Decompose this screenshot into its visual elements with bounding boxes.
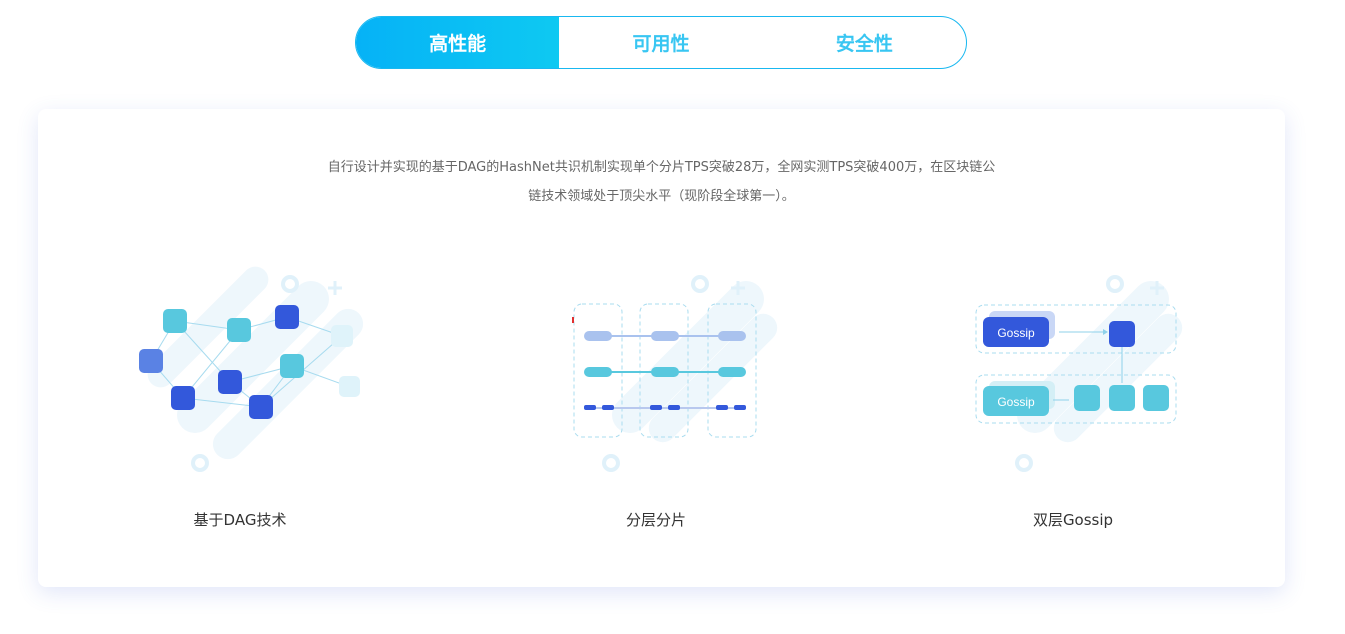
feature-sharding: 分层分片	[568, 259, 828, 529]
tab-availability[interactable]: 可用性	[559, 17, 762, 68]
gossip-layers-icon: Gossip Gossip	[975, 275, 1183, 472]
sharding-layers-icon	[572, 275, 778, 472]
tab-high-performance[interactable]: 高性能	[356, 17, 560, 68]
tab-bar: 高性能 可用性 安全性	[355, 16, 967, 69]
tab-security[interactable]: 安全性	[763, 17, 966, 68]
gossip-badge-bottom: Gossip	[997, 395, 1035, 409]
description-line-1: 自行设计并实现的基于DAG的HashNet共识机制实现单个分片TPS突破28万，…	[327, 160, 996, 175]
gossip-badge-top: Gossip	[997, 326, 1035, 340]
feature-gossip-label: 双层Gossip	[1032, 511, 1114, 529]
feature-gossip: Gossip Gossip 双层Gossip	[973, 259, 1233, 529]
dag-network-icon	[139, 266, 364, 472]
feature-sharding-label: 分层分片	[625, 511, 686, 529]
feature-dag-label: 基于DAG技术	[193, 511, 287, 529]
description-line-2: 链技术领域处于顶尖水平（现阶段全球第一）。	[528, 189, 795, 204]
feature-card: 自行设计并实现的基于DAG的HashNet共识机制实现单个分片TPS突破28万，…	[38, 109, 1285, 587]
description: 自行设计并实现的基于DAG的HashNet共识机制实现单个分片TPS突破28万，…	[298, 153, 1025, 211]
feature-dag: 基于DAG技术	[133, 259, 393, 529]
